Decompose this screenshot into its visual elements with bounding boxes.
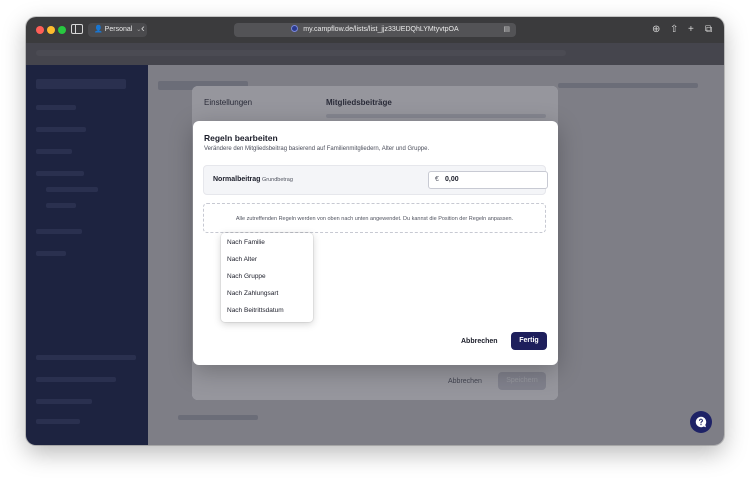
dialog-title: Regeln bearbeiten bbox=[204, 133, 278, 143]
menu-item-nach-beitrittsdatum[interactable]: Nach Beitrittsdatum bbox=[227, 305, 284, 317]
dialog-subtitle: Verändere den Mitgliedsbeitrag basierend… bbox=[204, 146, 430, 152]
cancel-button[interactable]: Abbrechen bbox=[461, 338, 498, 345]
rule-name: Normalbeitrag bbox=[213, 176, 261, 183]
tabs-overview-icon[interactable]: ⧉ bbox=[705, 23, 712, 37]
menu-item-nach-alter[interactable]: Nach Alter bbox=[227, 254, 257, 266]
done-button[interactable]: Fertig bbox=[511, 332, 547, 350]
back-button[interactable]: ‹ bbox=[141, 22, 145, 36]
person-icon: 👤 bbox=[94, 26, 103, 33]
help-chat-icon bbox=[695, 416, 707, 428]
help-chat-button[interactable] bbox=[690, 411, 712, 433]
price-value: 0,00 bbox=[445, 176, 459, 183]
profile-button[interactable]: 👤 Personal ⌄ bbox=[88, 23, 148, 37]
address-bar[interactable]: my.campflow.de/lists/list_jjz33UEDQhLYMt… bbox=[234, 23, 516, 37]
browser-titlebar: 👤 Personal ⌄ ‹ my.campflow.de/lists/list… bbox=[26, 17, 724, 43]
add-rule-menu: Nach Familie Nach Alter Nach Gruppe Nach… bbox=[221, 233, 313, 322]
menu-item-nach-familie[interactable]: Nach Familie bbox=[227, 237, 265, 249]
price-input[interactable]: € 0,00 bbox=[428, 171, 548, 189]
currency-symbol: € bbox=[435, 176, 439, 183]
share-icon[interactable]: ⇧ bbox=[670, 23, 678, 37]
close-window-button[interactable] bbox=[36, 26, 44, 34]
rule-tag: Grundbetrag bbox=[262, 177, 293, 183]
rules-drop-zone[interactable]: Alle zutreffenden Regeln werden von oben… bbox=[203, 203, 546, 233]
url-text: my.campflow.de/lists/list_jjz33UEDQhLYMt… bbox=[303, 26, 459, 33]
browser-window: 👤 Personal ⌄ ‹ my.campflow.de/lists/list… bbox=[26, 17, 724, 445]
reader-icon[interactable]: ▤ bbox=[503, 23, 510, 37]
rule-row-normalbeitrag: Normalbeitrag Grundbetrag € 0,00 bbox=[203, 165, 548, 195]
site-favicon-icon bbox=[291, 25, 299, 32]
minimize-window-button[interactable] bbox=[47, 26, 55, 34]
new-tab-icon[interactable]: + bbox=[688, 23, 694, 37]
sidebar-toggle-icon[interactable] bbox=[71, 24, 83, 34]
menu-item-nach-gruppe[interactable]: Nach Gruppe bbox=[227, 271, 266, 283]
download-icon[interactable]: ⊕ bbox=[652, 23, 660, 37]
zoom-window-button[interactable] bbox=[58, 26, 66, 34]
profile-label: Personal bbox=[104, 26, 133, 33]
menu-item-nach-zahlungsart[interactable]: Nach Zahlungsart bbox=[227, 288, 278, 300]
edit-rules-dialog: Regeln bearbeiten Verändere den Mitglied… bbox=[193, 121, 558, 365]
drop-zone-hint: Alle zutreffenden Regeln werden von oben… bbox=[235, 216, 514, 222]
